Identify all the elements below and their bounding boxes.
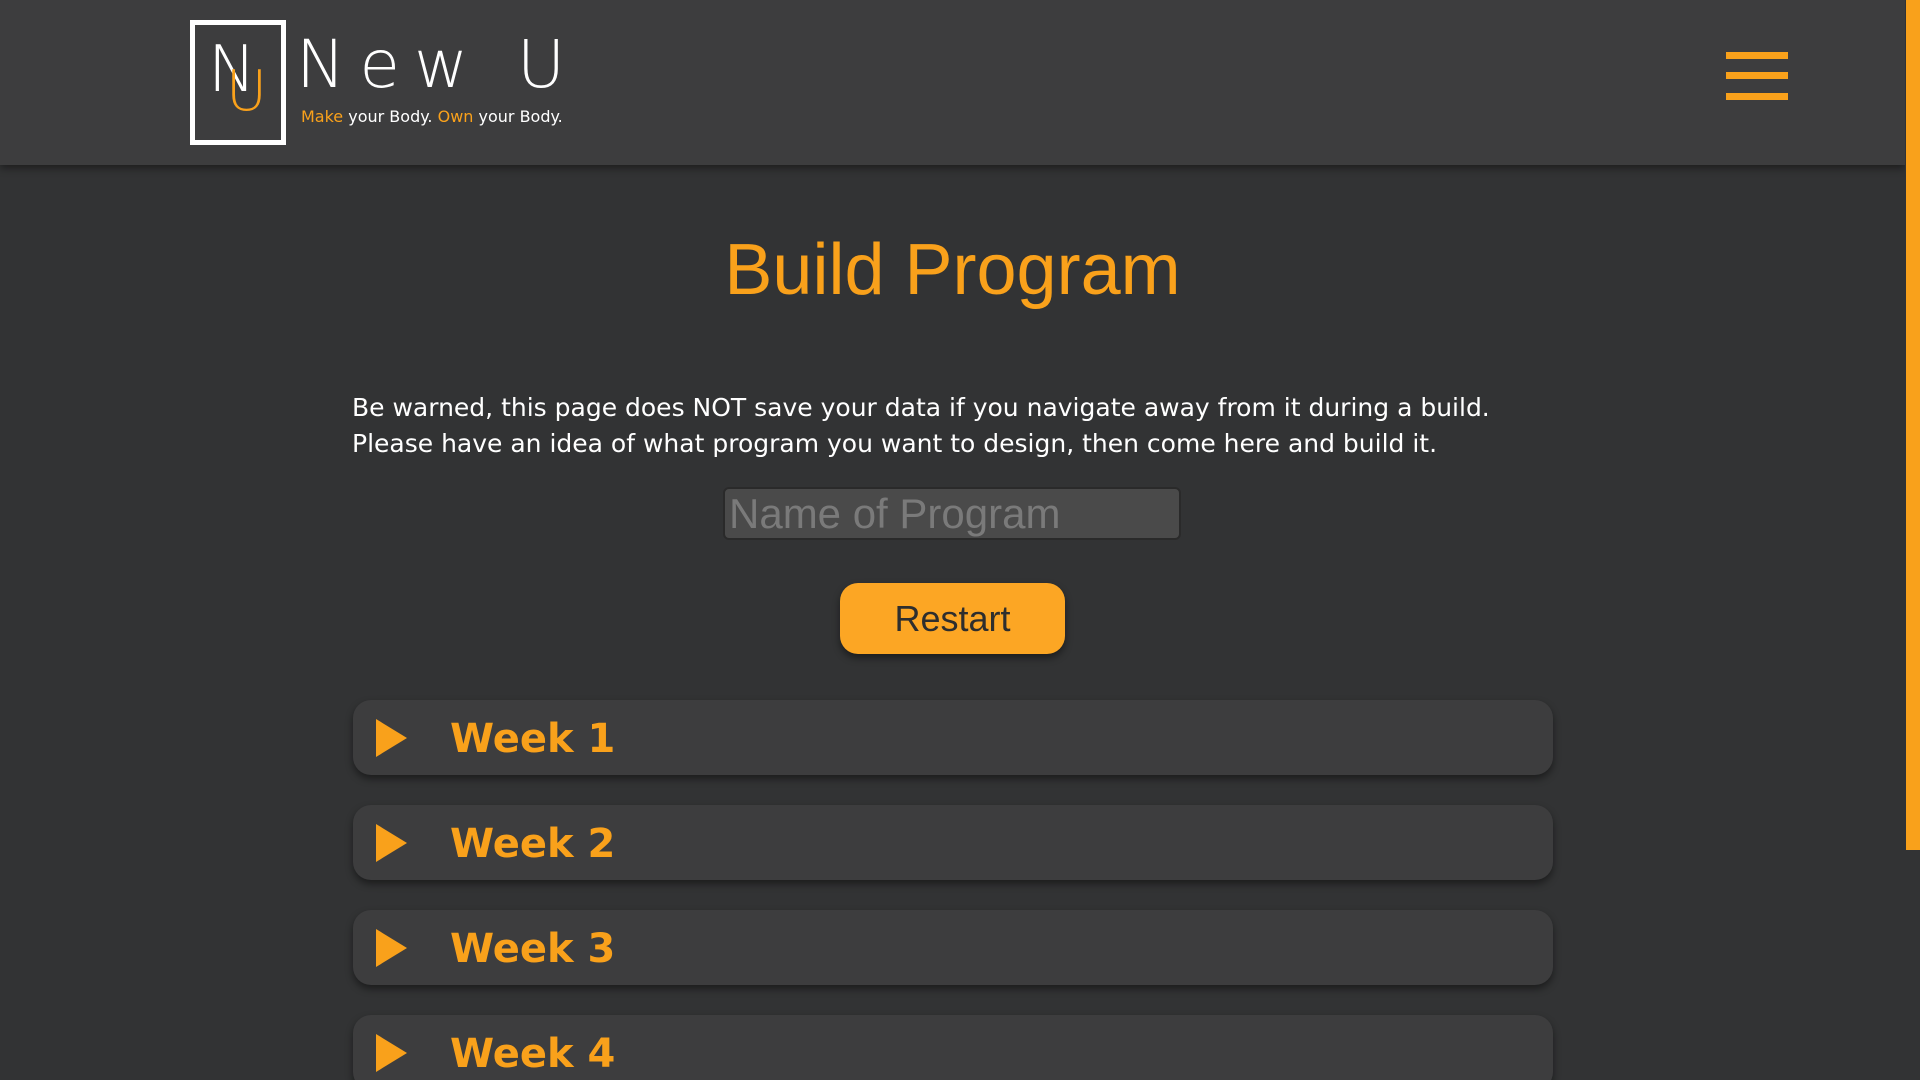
logo[interactable]: N U New U Make your Body. Own your Body. <box>190 20 570 145</box>
scrollbar-thumb[interactable] <box>1906 0 1920 850</box>
hamburger-menu-icon[interactable] <box>1726 52 1788 100</box>
week-1-accordion[interactable]: Week 1 <box>353 700 1553 775</box>
page-title: Build Program <box>724 230 1181 310</box>
week-label: Week 3 <box>450 926 616 972</box>
week-3-accordion[interactable]: Week 3 <box>353 910 1553 985</box>
header: N U New U Make your Body. Own your Body. <box>0 0 1905 165</box>
menu-bar <box>1726 93 1788 100</box>
tagline-make: Make <box>301 107 344 126</box>
page: N U New U Make your Body. Own your Body.… <box>0 0 1920 1080</box>
expand-arrow-icon <box>376 929 407 967</box>
logo-letter-u: U <box>226 59 267 124</box>
warning-text: Be warned, this page does NOT save your … <box>352 393 1490 458</box>
expand-arrow-icon <box>376 1034 407 1072</box>
menu-bar <box>1726 52 1788 59</box>
menu-bar <box>1726 72 1788 79</box>
week-label: Week 1 <box>450 716 616 762</box>
week-2-accordion[interactable]: Week 2 <box>353 805 1553 880</box>
week-label: Week 4 <box>450 1031 616 1077</box>
expand-arrow-icon <box>376 719 407 757</box>
tagline-own: Own <box>437 107 474 126</box>
program-name-input[interactable] <box>723 487 1181 540</box>
brand-tagline: Make your Body. Own your Body. <box>301 107 563 127</box>
tagline-part2: your Body. <box>473 107 563 126</box>
brand-name: New U <box>296 26 580 103</box>
tagline-part1: your Body. <box>343 107 438 126</box>
restart-button[interactable]: Restart <box>840 583 1065 654</box>
week-4-accordion[interactable]: Week 4 <box>353 1015 1553 1080</box>
week-label: Week 2 <box>450 821 616 867</box>
expand-arrow-icon <box>376 824 407 862</box>
